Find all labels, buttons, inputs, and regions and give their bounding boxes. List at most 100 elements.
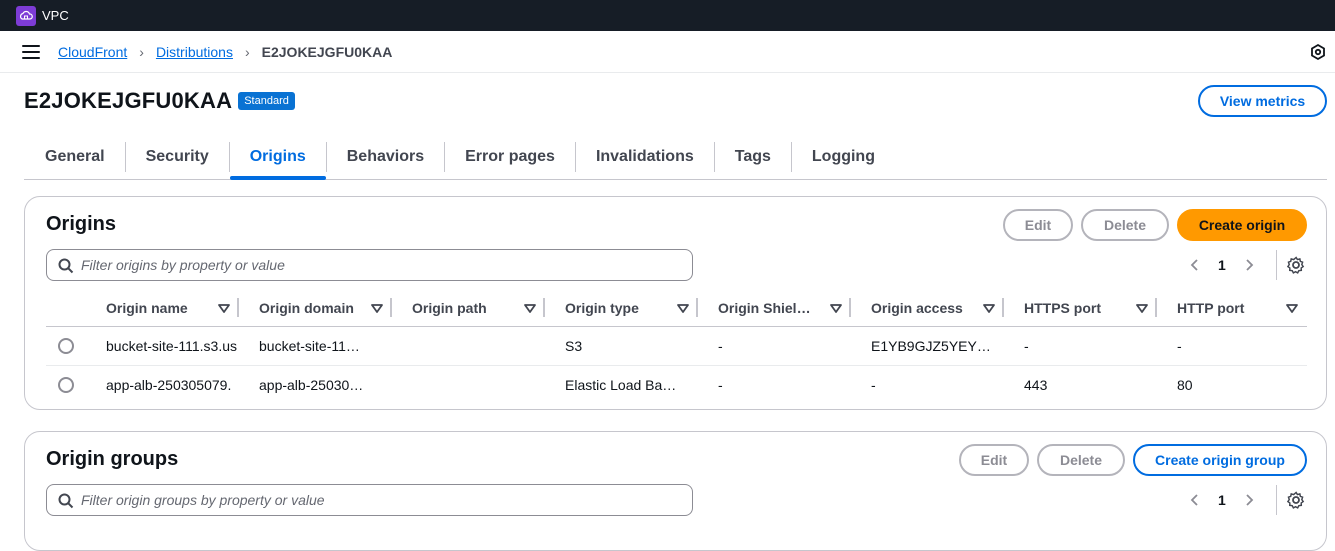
chevron-right-icon: ›: [139, 44, 144, 60]
sort-caret-icon[interactable]: [1135, 301, 1149, 315]
column-label: Origin access: [871, 299, 963, 316]
table-cell: app-alb-250305079.: [106, 377, 232, 394]
sort-caret-icon[interactable]: [1285, 301, 1299, 315]
column-header-origin-name[interactable]: Origin name: [86, 289, 239, 327]
tab-behaviors[interactable]: Behaviors: [327, 138, 444, 176]
table-cell: -: [718, 338, 723, 354]
sort-caret-icon[interactable]: [676, 301, 690, 315]
sort-caret-icon[interactable]: [523, 301, 537, 315]
table-cell: bucket-site-111.s3.us: [106, 338, 237, 354]
chevron-left-icon[interactable]: [1188, 493, 1202, 507]
page-number[interactable]: 1: [1218, 257, 1226, 273]
origin-groups-title: Origin groups: [46, 448, 179, 470]
origins-panel: Origins Edit Delete Create origin Filter…: [24, 196, 1327, 410]
tab-invalidations[interactable]: Invalidations: [576, 138, 714, 176]
filter-placeholder: Filter origin groups by property or valu…: [81, 492, 325, 508]
row-radio-button[interactable]: [58, 338, 74, 354]
table-cell: 80: [1177, 377, 1193, 394]
table-cell: Elastic Load Ba…: [565, 377, 677, 394]
origin-groups-filter-input[interactable]: Filter origin groups by property or valu…: [46, 484, 693, 516]
column-label: Origin Shiel…: [718, 299, 811, 316]
table-cell: -: [1024, 338, 1029, 354]
view-metrics-button[interactable]: View metrics: [1198, 85, 1327, 117]
column-label: HTTP port: [1177, 299, 1245, 316]
column-label: Origin path: [412, 299, 487, 316]
service-label[interactable]: VPC: [42, 8, 69, 23]
gear-icon[interactable]: [1286, 491, 1305, 509]
sort-caret-icon[interactable]: [829, 301, 843, 315]
tab-error-pages[interactable]: Error pages: [445, 138, 575, 176]
table-cell: S3: [565, 338, 583, 354]
breadcrumb: CloudFront › Distributions › E2JOKEJGFU0…: [58, 44, 392, 60]
hamburger-menu-icon[interactable]: [22, 45, 40, 59]
column-label: Origin type: [565, 299, 639, 316]
table-cell: -: [871, 377, 876, 394]
chevron-right-icon: ›: [244, 44, 250, 60]
gear-icon[interactable]: [1286, 256, 1305, 274]
tab-origins[interactable]: Origins: [229, 138, 326, 180]
create-origin-button[interactable]: Create origin: [1177, 209, 1307, 241]
column-header-origin-type[interactable]: Origin type: [545, 289, 698, 327]
page-number[interactable]: 1: [1218, 492, 1226, 508]
column-label: Origin name: [106, 299, 188, 316]
column-label: HTTPS port: [1024, 299, 1101, 316]
tab-security[interactable]: Security: [126, 138, 229, 176]
origins-filter-input[interactable]: Filter origins by property or value: [46, 249, 693, 281]
search-icon: [58, 493, 74, 509]
row-radio-button[interactable]: [58, 377, 74, 394]
chevron-right-icon[interactable]: [1242, 493, 1256, 507]
preferences-icon[interactable]: [1309, 43, 1327, 61]
delete-origin-button[interactable]: Delete: [1081, 209, 1169, 241]
breadcrumb-distributions-link[interactable]: Distributions: [156, 44, 233, 60]
sort-caret-icon[interactable]: [370, 301, 384, 315]
breadcrumb-current: E2JOKEJGFU0KAA: [261, 44, 393, 60]
column-header-origin-access[interactable]: Origin access: [851, 289, 1004, 327]
column-header-http-port[interactable]: HTTP port: [1157, 289, 1307, 327]
page-title: E2JOKEJGFU0KAA: [24, 88, 233, 113]
pager-divider: [1275, 485, 1277, 515]
origins-title: Origins: [46, 213, 117, 235]
table-cell: 443: [1024, 377, 1048, 394]
sort-caret-icon[interactable]: [982, 301, 996, 315]
create-origin-group-button[interactable]: Create origin group: [1133, 444, 1307, 476]
tab-general[interactable]: General: [24, 138, 125, 176]
origin-groups-panel: Origin groups Edit Delete Create origin …: [24, 431, 1327, 551]
delete-origin-group-button[interactable]: Delete: [1037, 444, 1125, 476]
origins-table: Origin name Origin domain Origin path Or…: [46, 289, 1307, 405]
breadcrumb-cloudfront-link[interactable]: CloudFront: [58, 44, 127, 60]
table-cell: E1YB9GJZ5YEY…: [871, 338, 991, 354]
table-cell: -: [718, 377, 723, 394]
pager-divider: [1275, 250, 1277, 280]
row-select-cell: [46, 326, 86, 366]
column-label: Origin domain: [259, 299, 354, 316]
column-header-origin-shield[interactable]: Origin Shiel…: [698, 289, 851, 327]
tab-logging[interactable]: Logging: [792, 138, 895, 176]
origin-groups-pagination: 1: [1178, 485, 1305, 515]
vpc-icon[interactable]: [16, 5, 36, 26]
column-header-origin-path[interactable]: Origin path: [392, 289, 545, 327]
column-header-origin-domain[interactable]: Origin domain: [239, 289, 392, 327]
table-cell: app-alb-25030…: [259, 377, 364, 394]
status-badge: Standard: [238, 92, 295, 110]
table-cell: -: [1177, 338, 1182, 354]
origins-pagination: 1: [1178, 250, 1305, 280]
table-cell: bucket-site-11…: [259, 338, 360, 354]
edit-origin-group-button[interactable]: Edit: [959, 444, 1029, 476]
breadcrumb-bar: CloudFront › Distributions › E2JOKEJGFU0…: [0, 31, 1335, 73]
page-header: E2JOKEJGFU0KAA Standard: [24, 88, 295, 114]
filter-placeholder: Filter origins by property or value: [81, 257, 285, 273]
table-header-row: Origin name Origin domain Origin path Or…: [46, 289, 1307, 327]
top-navigation-bar: VPC: [0, 0, 1335, 31]
tab-tags[interactable]: Tags: [715, 138, 791, 176]
search-icon: [58, 258, 74, 274]
table-row[interactable]: bucket-site-111.s3.us bucket-site-11… S3…: [46, 326, 1307, 366]
sort-caret-icon[interactable]: [217, 301, 231, 315]
column-header-https-port[interactable]: HTTPS port: [1004, 289, 1157, 327]
edit-origin-button[interactable]: Edit: [1003, 209, 1073, 241]
select-column-header: [46, 289, 86, 327]
tab-bar: General Security Origins Behaviors Error…: [24, 138, 1327, 180]
table-row[interactable]: app-alb-250305079. app-alb-25030… Elasti…: [46, 366, 1307, 405]
row-select-cell: [46, 366, 86, 405]
chevron-right-icon[interactable]: [1242, 258, 1256, 272]
chevron-left-icon[interactable]: [1188, 258, 1202, 272]
